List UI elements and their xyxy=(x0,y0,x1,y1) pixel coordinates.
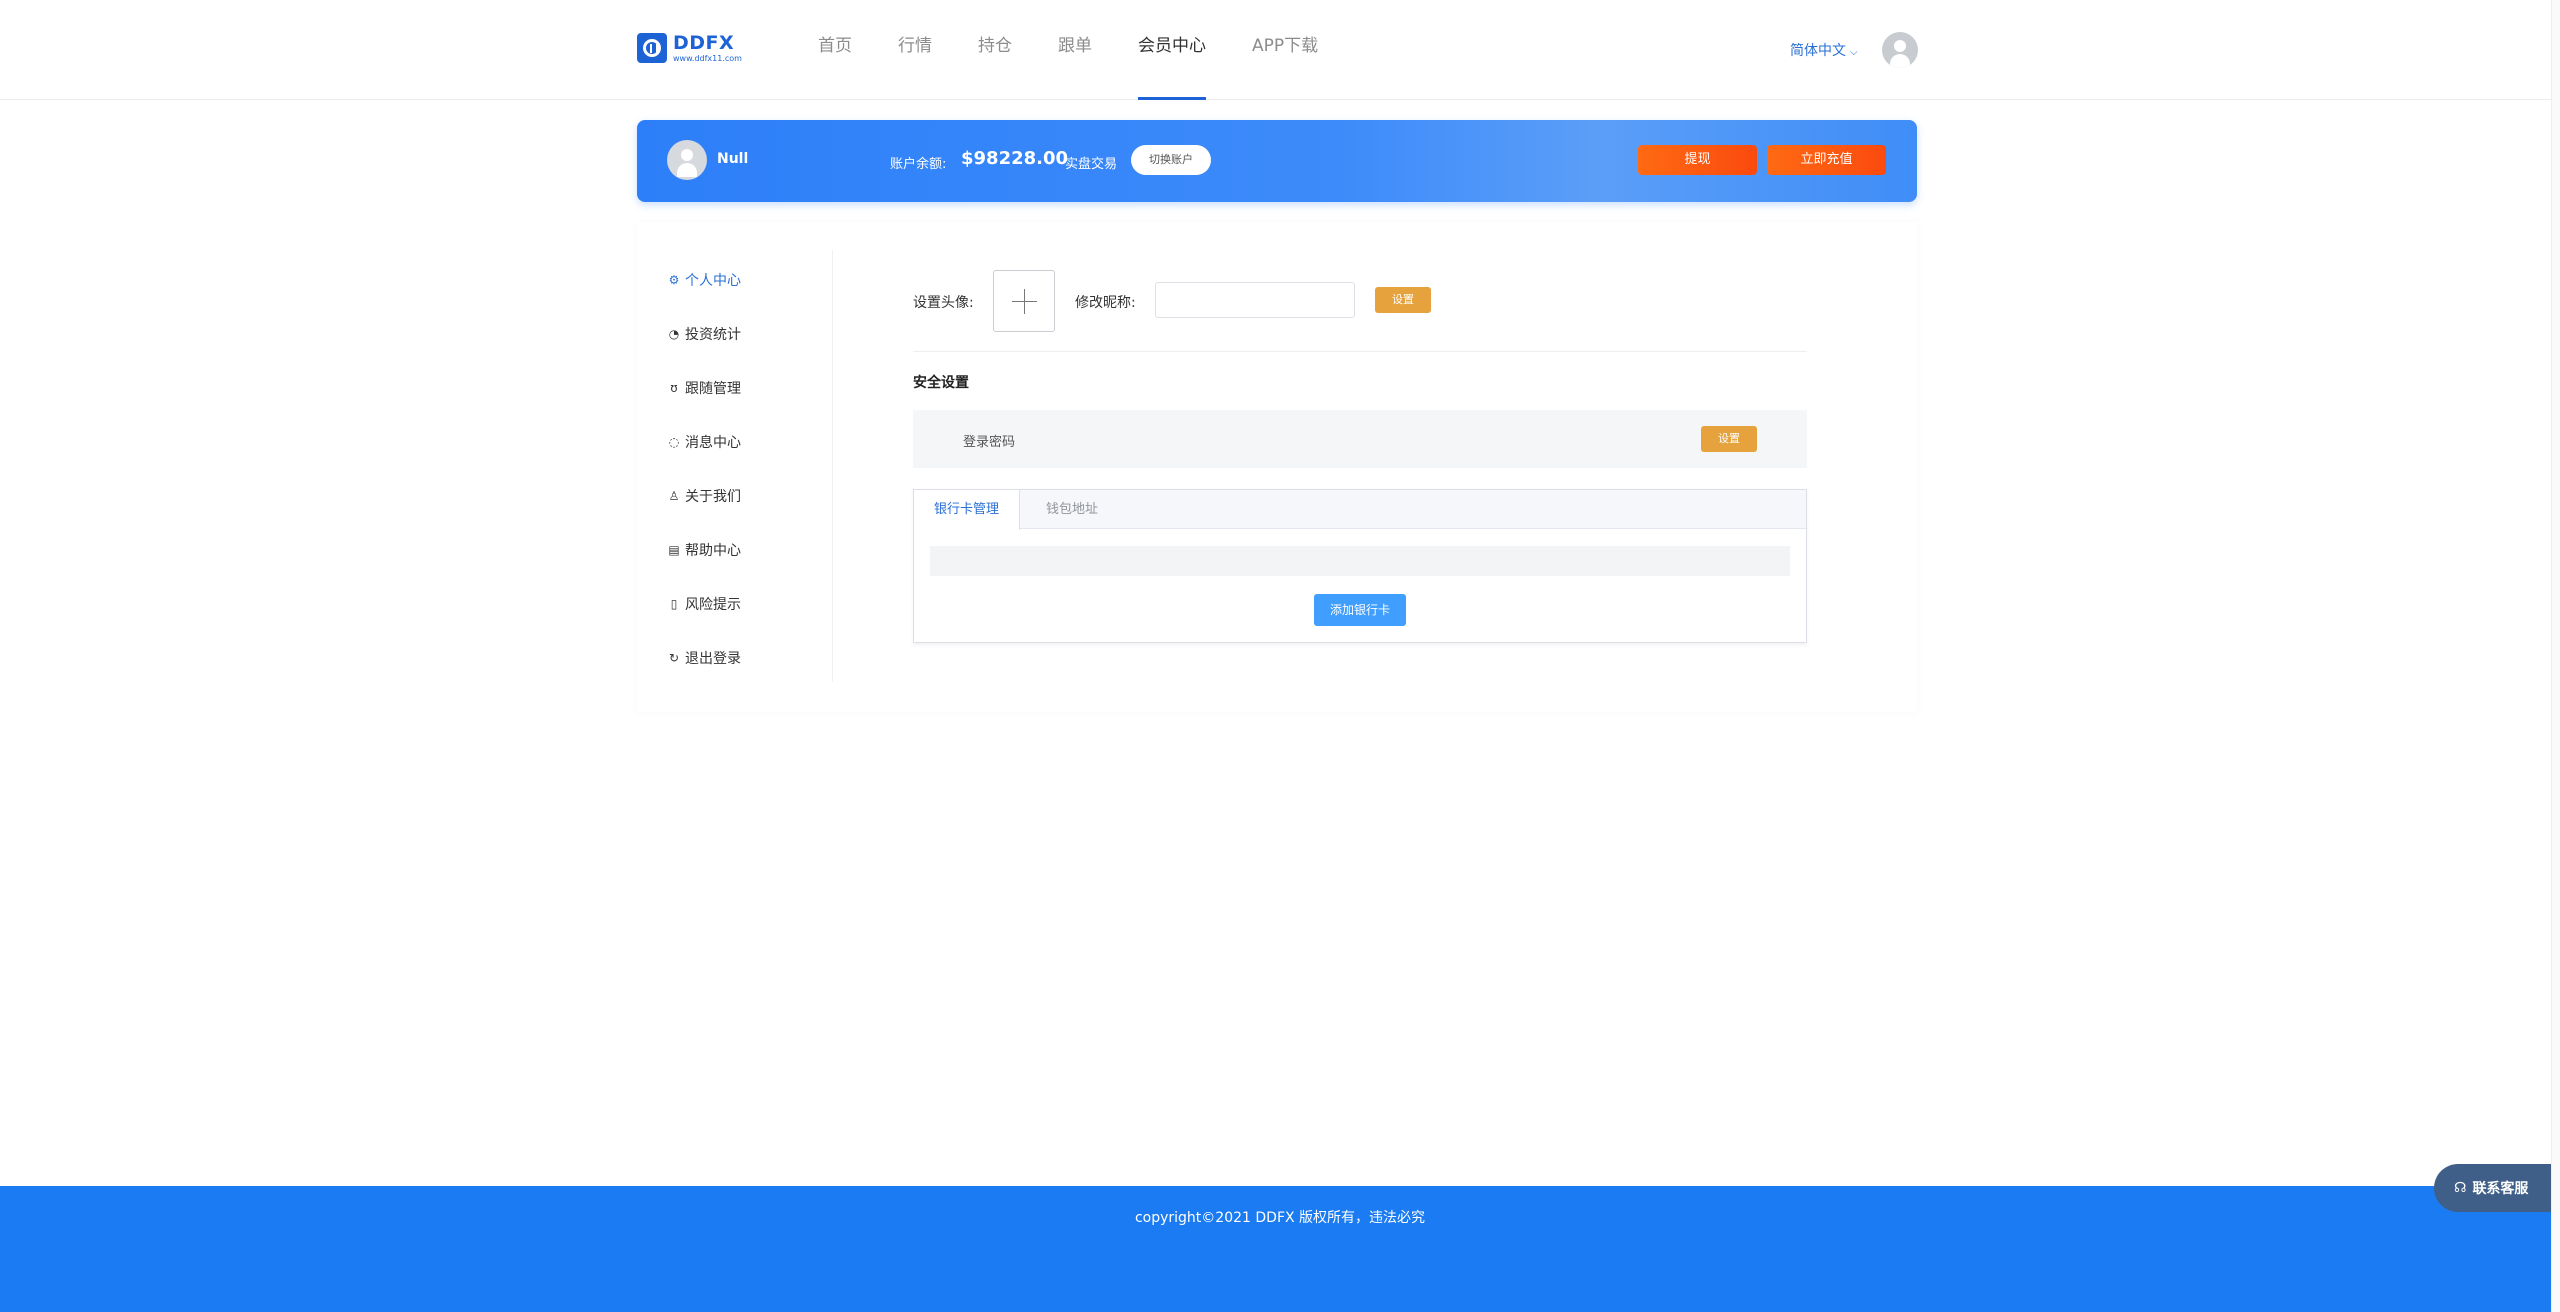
nav-copy-trade[interactable]: 跟单 xyxy=(1058,0,1092,100)
page-scrollbar[interactable] xyxy=(2551,0,2560,1312)
bank-card-list xyxy=(930,546,1790,576)
tab-wallet-address[interactable]: 钱包地址 xyxy=(1026,490,1118,529)
sidebar-item-label: 帮助中心 xyxy=(685,543,741,559)
sidebar-item-personal-center[interactable]: ⚙ 个人中心 xyxy=(667,270,741,290)
sidebar-item-label: 个人中心 xyxy=(685,273,741,289)
sidebar-item-label: 风险提示 xyxy=(685,597,741,613)
logo-icon xyxy=(637,33,667,63)
sidebar-item-label: 投资统计 xyxy=(685,327,741,343)
top-header: DDFX www.ddfx11.com 首页 行情 持仓 跟单 会员中心 APP… xyxy=(0,0,2560,100)
sidebar-item-investment-stats[interactable]: ◔ 投资统计 xyxy=(667,324,741,344)
avatar-label: 设置头像: xyxy=(913,295,974,311)
withdraw-button[interactable]: 提现 xyxy=(1638,145,1757,175)
document-icon: ▤ xyxy=(668,543,680,557)
avatar-upload[interactable] xyxy=(993,270,1055,332)
brand-name: DDFX xyxy=(673,31,735,54)
pie-chart-icon: ◔ xyxy=(668,327,680,341)
settings-icon: ⚙ xyxy=(668,273,680,287)
sidebar-item-label: 消息中心 xyxy=(685,435,741,451)
nickname-label: 修改昵称: xyxy=(1075,295,1136,311)
refresh-icon: ↻ xyxy=(668,651,680,665)
security-title: 安全设置 xyxy=(913,375,969,391)
recharge-button[interactable]: 立即充值 xyxy=(1767,145,1886,175)
sidebar-item-help-center[interactable]: ▤ 帮助中心 xyxy=(667,540,741,560)
contact-support-label: 联系客服 xyxy=(2472,1181,2529,1197)
nav-member-center[interactable]: 会员中心 xyxy=(1138,0,1206,100)
balance-value: $98228.00 xyxy=(961,148,1069,169)
nav-market[interactable]: 行情 xyxy=(898,0,932,100)
divider xyxy=(913,351,1807,352)
language-selector[interactable]: 简体中文 ⌵ xyxy=(1790,40,1858,60)
password-row: 登录密码 设置 xyxy=(913,410,1807,468)
sidebar: ⚙ 个人中心 ◔ 投资统计 ʊ 跟随管理 ◌ 消息中心 ♙ 关于我们 ▤ 帮助中心 ▯ 风险提… xyxy=(637,250,833,682)
sidebar-item-label: 关于我们 xyxy=(685,489,741,505)
nickname-input[interactable] xyxy=(1155,282,1355,318)
member-content: ⚙ 个人中心 ◔ 投资统计 ʊ 跟随管理 ◌ 消息中心 ♙ 关于我们 ▤ 帮助中心 ▯ 风险提… xyxy=(637,222,1917,712)
brand-logo[interactable]: DDFX www.ddfx11.com xyxy=(637,32,742,64)
sidebar-item-follow-management[interactable]: ʊ 跟随管理 xyxy=(667,378,741,398)
brand-url: www.ddfx11.com xyxy=(673,53,742,63)
switch-account-button[interactable]: 切换账户 xyxy=(1131,145,1211,175)
sidebar-item-about-us[interactable]: ♙ 关于我们 xyxy=(667,486,741,506)
user-icon: ♙ xyxy=(668,489,680,503)
profile-panel: 设置头像: 修改昵称: 设置 安全设置 登录密码 设置 银行卡管理 钱包地址 添… xyxy=(913,222,1807,712)
chevron-down-icon: ⌵ xyxy=(1850,47,1858,58)
contact-support-button[interactable]: ☊ 联系客服 xyxy=(2434,1164,2560,1212)
footer: copyright©2021 DDFX 版权所有，违法必究 xyxy=(0,1186,2560,1312)
main-nav: 首页 行情 持仓 跟单 会员中心 APP下载 xyxy=(818,0,1364,100)
sidebar-item-risk-notice[interactable]: ▯ 风险提示 xyxy=(667,594,741,614)
copyright-text: copyright©2021 DDFX 版权所有，违法必究 xyxy=(1134,1210,1426,1226)
password-set-button[interactable]: 设置 xyxy=(1701,426,1757,452)
nav-app-download[interactable]: APP下载 xyxy=(1252,0,1318,100)
username: Null xyxy=(717,151,749,167)
trading-mode: 实盘交易 xyxy=(1065,157,1118,172)
sidebar-item-label: 跟随管理 xyxy=(685,381,741,397)
balance-label: 账户余额: xyxy=(890,157,947,172)
password-label: 登录密码 xyxy=(963,435,1016,450)
tabs-header: 银行卡管理 钱包地址 xyxy=(914,490,1806,530)
avatar-icon xyxy=(667,140,707,180)
nav-positions[interactable]: 持仓 xyxy=(978,0,1012,100)
user-avatar-icon[interactable] xyxy=(1882,32,1918,68)
payment-tabs: 银行卡管理 钱包地址 添加银行卡 xyxy=(913,489,1807,643)
account-banner: Null 账户余额: $98228.00 实盘交易 切换账户 提现 立即充值 xyxy=(637,120,1917,202)
bookmark-icon: ▯ xyxy=(670,597,678,611)
follow-icon: ʊ xyxy=(670,381,678,395)
headset-icon: ☊ xyxy=(2454,1180,2467,1196)
sidebar-item-messages[interactable]: ◌ 消息中心 xyxy=(667,432,741,452)
nav-home[interactable]: 首页 xyxy=(818,0,852,100)
nickname-set-button[interactable]: 设置 xyxy=(1375,287,1431,313)
sidebar-item-label: 退出登录 xyxy=(685,651,741,667)
tab-bank-card[interactable]: 银行卡管理 xyxy=(914,490,1021,530)
sidebar-item-logout[interactable]: ↻ 退出登录 xyxy=(667,648,741,668)
language-label: 简体中文 xyxy=(1790,43,1846,59)
add-bank-card-button[interactable]: 添加银行卡 xyxy=(1314,594,1406,626)
chat-icon: ◌ xyxy=(668,435,680,449)
